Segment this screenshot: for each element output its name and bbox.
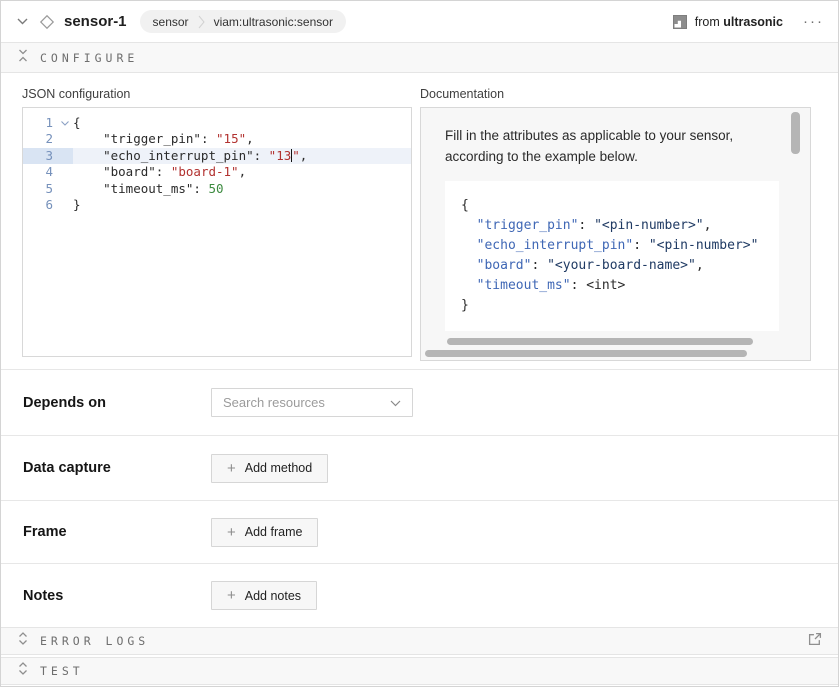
doc-code-block: { "trigger_pin": "<pin-number>", "echo_i… bbox=[445, 181, 779, 331]
doc-code-line: } bbox=[461, 296, 779, 316]
add-method-button-label: Add method bbox=[245, 461, 312, 475]
module-icon bbox=[673, 15, 687, 29]
error-logs-section-header[interactable]: ERROR LOGS bbox=[1, 627, 838, 655]
test-section-title: TEST bbox=[40, 664, 84, 678]
doc-code-line: "board": "<your-board-name>", bbox=[461, 256, 779, 276]
line-number: 3 bbox=[23, 148, 57, 164]
fold-gutter bbox=[57, 181, 73, 197]
test-section-header[interactable]: TEST bbox=[1, 657, 838, 685]
collapse-vertical-icon[interactable] bbox=[18, 49, 28, 67]
panel-horizontal-scrollbar[interactable] bbox=[425, 350, 747, 357]
line-number: 2 bbox=[23, 131, 57, 147]
doc-code-line: "trigger_pin": "<pin-number>", bbox=[461, 216, 779, 236]
json-editor[interactable]: 1 { 2 "trigger_pin": "15", 3 "echo_inter… bbox=[22, 107, 412, 357]
depends-on-select[interactable]: Search resources bbox=[211, 388, 413, 417]
component-type-badge: sensor viam:ultrasonic:sensor bbox=[140, 10, 346, 33]
line-number: 6 bbox=[23, 197, 57, 213]
code-line: "trigger_pin": "15", bbox=[73, 131, 411, 147]
configure-body: JSON configuration 1 { 2 "trigger_pin": … bbox=[1, 73, 838, 369]
plus-icon: + bbox=[227, 588, 236, 603]
component-name: sensor-1 bbox=[64, 13, 127, 30]
editor-line: 5 "timeout_ms": 50 bbox=[23, 181, 411, 197]
expand-vertical-icon[interactable] bbox=[18, 662, 28, 680]
code-horizontal-scrollbar[interactable] bbox=[447, 338, 753, 345]
documentation-text: Fill in the attributes as applicable to … bbox=[445, 125, 775, 167]
doc-code-line: "timeout_ms": <int> bbox=[461, 276, 779, 296]
fold-chevron-icon[interactable] bbox=[57, 115, 73, 131]
vertical-scrollbar[interactable] bbox=[791, 112, 800, 154]
add-notes-button-label: Add notes bbox=[245, 589, 301, 603]
notes-row: Notes + Add notes bbox=[1, 563, 838, 627]
plus-icon: + bbox=[227, 461, 236, 476]
editor-line: 1 { bbox=[23, 115, 411, 131]
documentation-panel: Fill in the attributes as applicable to … bbox=[420, 107, 811, 361]
open-in-new-window-icon[interactable] bbox=[808, 632, 822, 651]
depends-on-label: Depends on bbox=[23, 395, 211, 411]
add-method-button[interactable]: + Add method bbox=[211, 454, 328, 483]
code-line: "board": "board-1", bbox=[73, 164, 411, 180]
data-capture-label: Data capture bbox=[23, 460, 211, 476]
code-line: } bbox=[73, 197, 411, 213]
chevron-right-icon bbox=[198, 14, 205, 30]
chevron-down-icon bbox=[390, 394, 401, 412]
from-module-link[interactable]: from ultrasonic bbox=[673, 15, 783, 29]
add-notes-button[interactable]: + Add notes bbox=[211, 581, 317, 610]
more-menu-button[interactable]: ··· bbox=[803, 17, 824, 27]
badge-model-label: viam:ultrasonic:sensor bbox=[214, 15, 333, 29]
json-configuration-label: JSON configuration bbox=[22, 87, 412, 101]
editor-line: 2 "trigger_pin": "15", bbox=[23, 131, 411, 147]
fold-gutter bbox=[57, 164, 73, 180]
from-module-label: from ultrasonic bbox=[695, 15, 783, 29]
add-frame-button[interactable]: + Add frame bbox=[211, 518, 318, 547]
code-line: { bbox=[73, 115, 411, 131]
data-capture-row: Data capture + Add method bbox=[1, 435, 838, 500]
doc-code-line: { bbox=[461, 196, 779, 216]
configure-section-title: CONFIGURE bbox=[40, 51, 138, 65]
frame-label: Frame bbox=[23, 524, 211, 540]
documentation-label: Documentation bbox=[420, 87, 811, 101]
line-number: 4 bbox=[23, 164, 57, 180]
configure-section-header[interactable]: CONFIGURE bbox=[1, 42, 838, 73]
editor-line-active: 3 "echo_interrupt_pin": "13", bbox=[23, 148, 411, 164]
fold-gutter bbox=[57, 131, 73, 147]
doc-code-line: "echo_interrupt_pin": "<pin-number>" bbox=[461, 236, 779, 256]
notes-label: Notes bbox=[23, 588, 211, 604]
error-logs-section-title: ERROR LOGS bbox=[40, 634, 149, 648]
badge-type-label: sensor bbox=[153, 15, 189, 29]
frame-row: Frame + Add frame bbox=[1, 500, 838, 563]
component-diamond-icon bbox=[39, 14, 55, 30]
json-configuration-column: JSON configuration 1 { 2 "trigger_pin": … bbox=[22, 87, 412, 369]
editor-line: 6 } bbox=[23, 197, 411, 213]
line-number: 1 bbox=[23, 115, 57, 131]
code-line: "timeout_ms": 50 bbox=[73, 181, 411, 197]
component-card: sensor-1 sensor viam:ultrasonic:sensor f… bbox=[0, 0, 839, 687]
line-number: 5 bbox=[23, 181, 57, 197]
documentation-column: Documentation Fill in the attributes as … bbox=[420, 87, 811, 369]
editor-line: 4 "board": "board-1", bbox=[23, 164, 411, 180]
expand-vertical-icon[interactable] bbox=[18, 632, 28, 650]
plus-icon: + bbox=[227, 525, 236, 540]
depends-on-row: Depends on Search resources bbox=[1, 369, 838, 435]
code-line: "echo_interrupt_pin": "13", bbox=[73, 148, 411, 164]
depends-on-placeholder: Search resources bbox=[223, 395, 325, 410]
fold-gutter bbox=[57, 148, 73, 164]
chevron-down-icon[interactable] bbox=[17, 18, 28, 25]
fold-gutter bbox=[57, 197, 73, 213]
component-header: sensor-1 sensor viam:ultrasonic:sensor f… bbox=[1, 1, 838, 42]
add-frame-button-label: Add frame bbox=[245, 525, 303, 539]
